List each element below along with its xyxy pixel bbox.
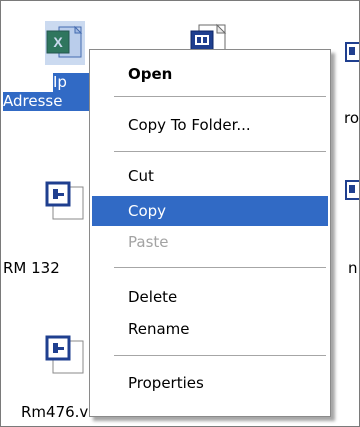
- file-label-ip-line2[interactable]: Adresse: [3, 92, 89, 111]
- visio-diagram-icon[interactable]: [45, 181, 85, 225]
- file-label-rm132[interactable]: RM 132: [3, 259, 60, 278]
- menu-item-delete[interactable]: Delete: [92, 282, 328, 312]
- menu-item-copy-to-folder[interactable]: Copy To Folder...: [92, 110, 328, 140]
- visio-diagram-icon[interactable]: [45, 335, 85, 379]
- context-menu: Open Copy To Folder... Cut Copy Paste De…: [89, 49, 331, 417]
- menu-separator: [114, 151, 326, 152]
- file-label-ro[interactable]: ro: [344, 109, 359, 128]
- visio-diagram-icon[interactable]: [345, 41, 359, 85]
- menu-separator: [114, 96, 326, 97]
- file-label-ip-line1[interactable]: Ip: [53, 73, 93, 92]
- menu-item-rename[interactable]: Rename: [92, 314, 328, 344]
- excel-file-icon[interactable]: X: [45, 21, 85, 65]
- menu-item-paste: Paste: [128, 233, 169, 251]
- visio-diagram-icon[interactable]: [345, 179, 359, 223]
- menu-item-copy[interactable]: Copy: [92, 196, 328, 226]
- desktop-window: X Ip Adresse ro n RM 132 Rm476.vsd Open …: [0, 0, 360, 427]
- menu-separator: [114, 355, 326, 356]
- menu-item-open[interactable]: Open: [92, 59, 328, 89]
- file-label-n[interactable]: n: [348, 259, 358, 278]
- menu-separator: [114, 267, 326, 268]
- menu-item-properties[interactable]: Properties: [92, 368, 328, 398]
- menu-item-cut[interactable]: Cut: [92, 161, 328, 191]
